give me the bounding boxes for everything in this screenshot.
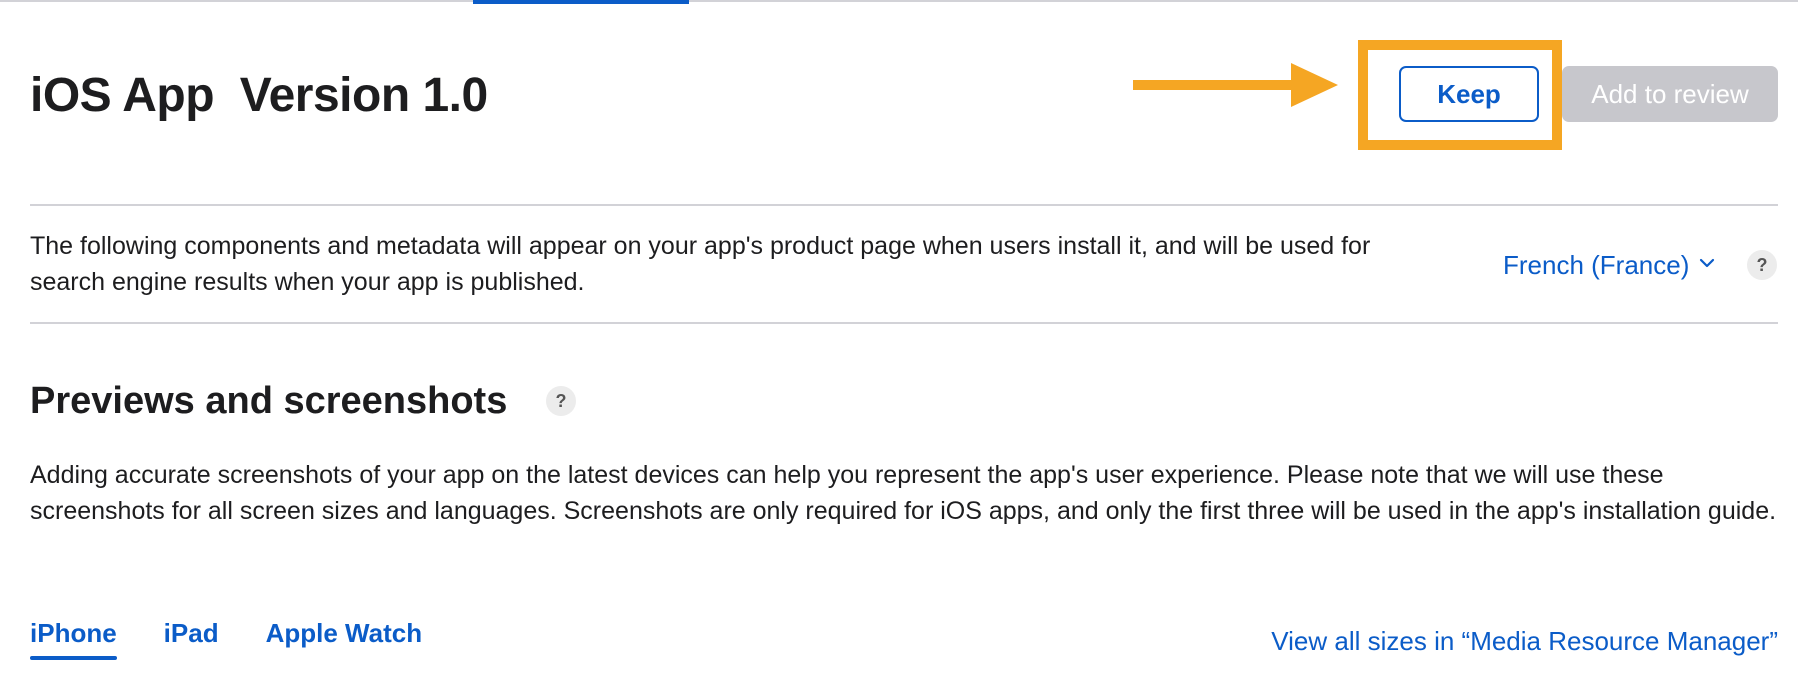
page-title: iOS App Version 1.0 (30, 69, 488, 122)
tab-ipad[interactable]: iPad (164, 616, 219, 660)
language-selector[interactable]: French (France) (1503, 248, 1715, 282)
tab-apple-watch[interactable]: Apple Watch (266, 616, 422, 660)
device-tabs: iPhone iPad Apple Watch (30, 616, 422, 660)
help-icon[interactable]: ? (1747, 250, 1777, 280)
divider (30, 322, 1778, 324)
top-tab-rule (0, 0, 1798, 2)
add-to-review-button[interactable]: Add to review (1562, 66, 1778, 122)
view-all-sizes-link[interactable]: View all sizes in “Media Resource Manage… (1271, 624, 1778, 658)
top-active-tab-indicator (473, 0, 689, 4)
section-title: Previews and screenshots (30, 380, 508, 422)
keep-button[interactable]: Keep (1399, 66, 1539, 122)
divider (30, 204, 1778, 206)
language-label: French (France) (1503, 250, 1690, 280)
intro-text: The following components and metadata wi… (30, 232, 1371, 296)
section-description: Adding accurate screenshots of your app … (30, 461, 1777, 525)
annotation-arrow-icon (1133, 63, 1338, 107)
tab-iphone[interactable]: iPhone (30, 616, 117, 660)
chevron-down-icon (1700, 258, 1715, 268)
help-icon[interactable]: ? (546, 386, 576, 416)
app-version-page: iOS App Version 1.0 Keep Add to review T… (0, 0, 1798, 686)
